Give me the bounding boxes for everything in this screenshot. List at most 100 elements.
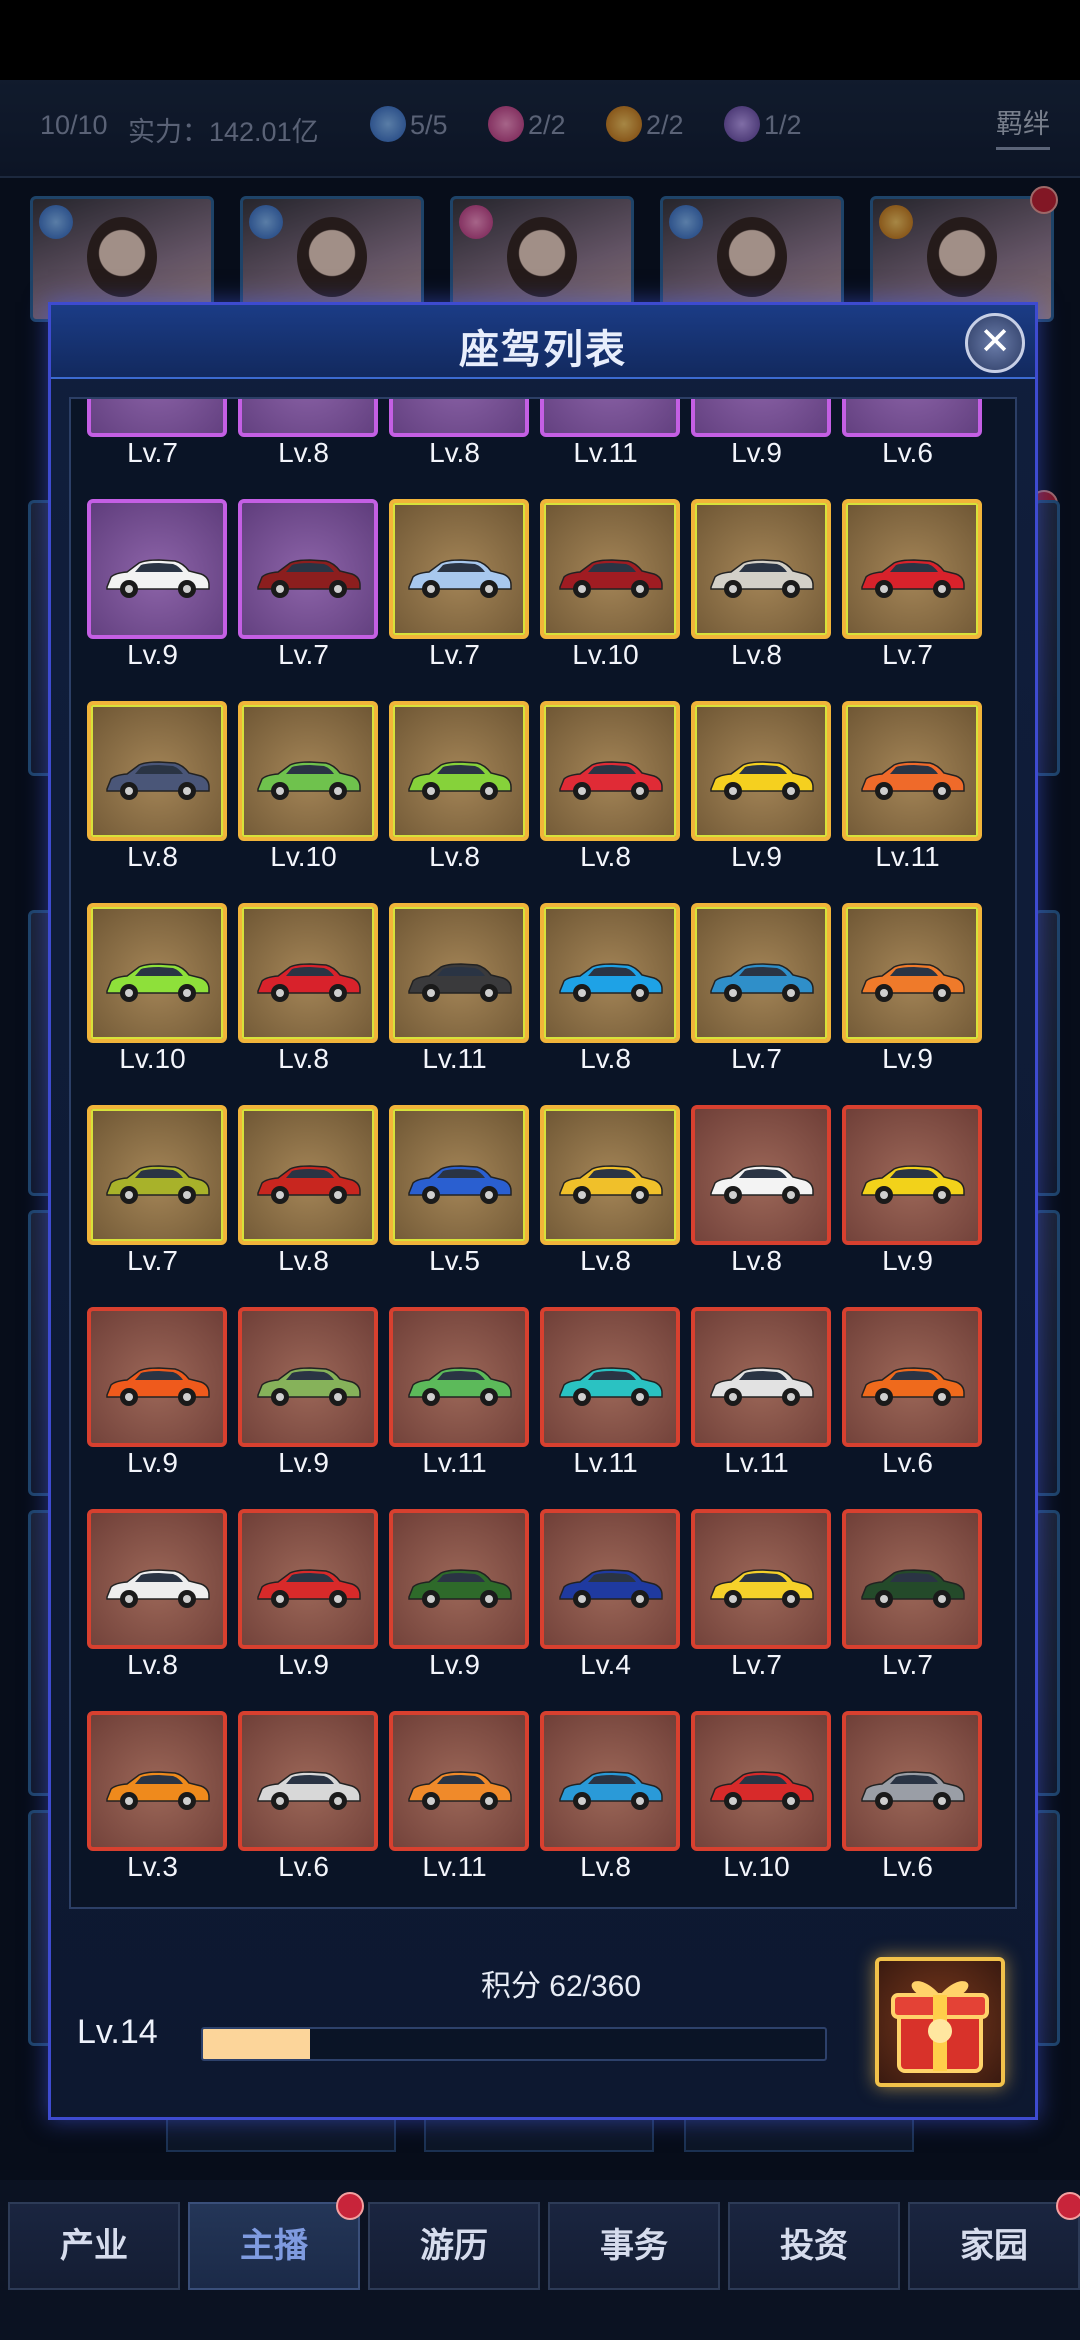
close-button[interactable]: ✕ (965, 313, 1025, 373)
vehicle-tile (540, 1509, 680, 1649)
vehicle-item[interactable]: Lv.8 (681, 1105, 832, 1305)
vehicle-item[interactable]: Lv.10 (681, 1711, 832, 1907)
vehicle-item[interactable]: Lv.9 (228, 1509, 379, 1709)
vehicle-item[interactable]: Lv.8 (228, 399, 379, 497)
vehicle-item[interactable]: Lv.8 (77, 1509, 228, 1709)
vehicle-item[interactable]: Lv.9 (77, 1307, 228, 1507)
vehicle-item[interactable]: Lv.9 (77, 499, 228, 699)
vehicle-tile (238, 399, 378, 437)
car-icon (106, 559, 210, 598)
vehicle-item[interactable]: Lv.7 (77, 397, 228, 497)
vehicle-item[interactable]: Lv.10 (77, 903, 228, 1103)
car-icon (408, 963, 512, 1002)
vehicle-level: Lv.8 (278, 1245, 329, 1276)
vehicle-level: Lv.9 (278, 1649, 329, 1680)
vehicle-tile (691, 1711, 831, 1851)
car-icon (861, 1771, 965, 1810)
vehicle-level: Lv.8 (278, 1043, 329, 1074)
vehicle-item[interactable]: Lv.8 (681, 499, 832, 699)
car-icon (559, 761, 663, 800)
vehicle-item[interactable]: Lv.9 (681, 701, 832, 901)
vehicle-item[interactable]: Lv.8 (228, 903, 379, 1103)
vehicle-item[interactable]: Lv.7 (832, 499, 983, 699)
vehicle-level: Lv.10 (270, 841, 337, 872)
vehicle-tile (842, 1307, 982, 1447)
vehicle-tile (238, 1711, 378, 1851)
tab-investment[interactable]: 投资 (728, 2202, 900, 2290)
vehicle-item[interactable]: Lv.9 (681, 399, 832, 497)
vehicle-item[interactable]: Lv.8 (228, 1105, 379, 1305)
vehicle-item[interactable]: Lv.7 (228, 499, 379, 699)
collection-level: Lv.14 (77, 2013, 158, 2051)
vehicle-item[interactable]: Lv.10 (228, 701, 379, 901)
vehicle-tile (540, 499, 680, 639)
vehicle-tile (842, 903, 982, 1043)
vehicle-item[interactable]: Lv.8 (77, 701, 228, 901)
car-icon (106, 1367, 210, 1406)
vehicle-item[interactable]: Lv.7 (681, 903, 832, 1103)
gift-box-button[interactable] (875, 1957, 1005, 2087)
vehicle-item[interactable]: Lv.7 (379, 499, 530, 699)
vehicle-item[interactable]: Lv.8 (530, 701, 681, 901)
tab-home[interactable]: 家园 (908, 2192, 1080, 2290)
vehicle-item[interactable]: Lv.8 (379, 399, 530, 497)
vehicle-tile (691, 1509, 831, 1649)
vehicle-item[interactable]: Lv.11 (832, 701, 983, 901)
vehicle-item[interactable]: Lv.11 (379, 1711, 530, 1907)
tab-industry[interactable]: 产业 (8, 2202, 180, 2290)
car-icon (257, 963, 361, 1002)
tab-host[interactable]: 主播 (188, 2192, 364, 2290)
vehicle-tile (842, 1105, 982, 1245)
vehicle-level: Lv.9 (882, 1245, 933, 1276)
vehicle-item[interactable]: Lv.9 (832, 1105, 983, 1305)
vehicle-list[interactable]: Lv.7 Lv.8 Lv.8 Lv.11 Lv.9 Lv.6 Lv.9 Lv.7 Lv.7 Lv.… (69, 397, 1017, 1909)
car-icon (559, 1569, 663, 1608)
vehicle-item[interactable]: Lv.9 (379, 1509, 530, 1709)
vehicle-item[interactable]: Lv.6 (832, 1307, 983, 1507)
vehicle-level: Lv.8 (580, 1851, 631, 1882)
vehicle-item[interactable]: Lv.9 (228, 1307, 379, 1507)
tab-label: 投资 (780, 2227, 848, 2265)
tab-affairs[interactable]: 事务 (548, 2202, 720, 2290)
car-icon (710, 1367, 814, 1406)
vehicle-item[interactable]: Lv.10 (530, 499, 681, 699)
notification-dot (1056, 2192, 1080, 2220)
vehicle-level: Lv.9 (731, 841, 782, 872)
dialog-title: 座驾列表 (459, 328, 627, 372)
vehicle-item[interactable]: Lv.4 (530, 1509, 681, 1709)
vehicle-item[interactable]: Lv.8 (530, 903, 681, 1103)
vehicle-tile (87, 903, 227, 1043)
vehicle-item[interactable]: Lv.8 (379, 701, 530, 901)
car-icon (101, 397, 213, 399)
vehicle-item[interactable]: Lv.7 (681, 1509, 832, 1709)
vehicle-tile (540, 1105, 680, 1245)
car-icon (710, 761, 814, 800)
vehicle-item[interactable]: Lv.7 (832, 1509, 983, 1709)
vehicle-level: Lv.3 (127, 1851, 178, 1882)
car-icon (710, 1771, 814, 1810)
vehicle-tile (238, 1307, 378, 1447)
vehicle-level: Lv.7 (278, 639, 329, 670)
vehicle-item[interactable]: Lv.8 (530, 1711, 681, 1907)
vehicle-level: Lv.6 (882, 1851, 933, 1882)
vehicle-level: Lv.11 (422, 1447, 487, 1478)
vehicle-item[interactable]: Lv.7 (77, 1105, 228, 1305)
vehicle-item[interactable]: Lv.11 (530, 397, 681, 497)
vehicle-item[interactable]: Lv.3 (77, 1711, 228, 1907)
vehicle-tile (842, 701, 982, 841)
car-icon (554, 397, 666, 399)
car-icon (408, 1367, 512, 1406)
vehicle-item[interactable]: Lv.11 (530, 1307, 681, 1507)
vehicle-item[interactable]: Lv.5 (379, 1105, 530, 1305)
vehicle-item[interactable]: Lv.9 (832, 903, 983, 1103)
vehicle-item[interactable]: Lv.6 (228, 1711, 379, 1907)
tab-travel[interactable]: 游历 (368, 2202, 540, 2290)
vehicle-item[interactable]: Lv.6 (832, 399, 983, 497)
vehicle-item[interactable]: Lv.6 (832, 1711, 983, 1907)
vehicle-item[interactable]: Lv.11 (379, 1307, 530, 1507)
bottom-nav: 产业 主播 游历 事务 投资 家园 (0, 2180, 1080, 2340)
vehicle-item[interactable]: Lv.8 (530, 1105, 681, 1305)
score-progress-fill (203, 2029, 310, 2059)
vehicle-item[interactable]: Lv.11 (681, 1307, 832, 1507)
vehicle-item[interactable]: Lv.11 (379, 903, 530, 1103)
